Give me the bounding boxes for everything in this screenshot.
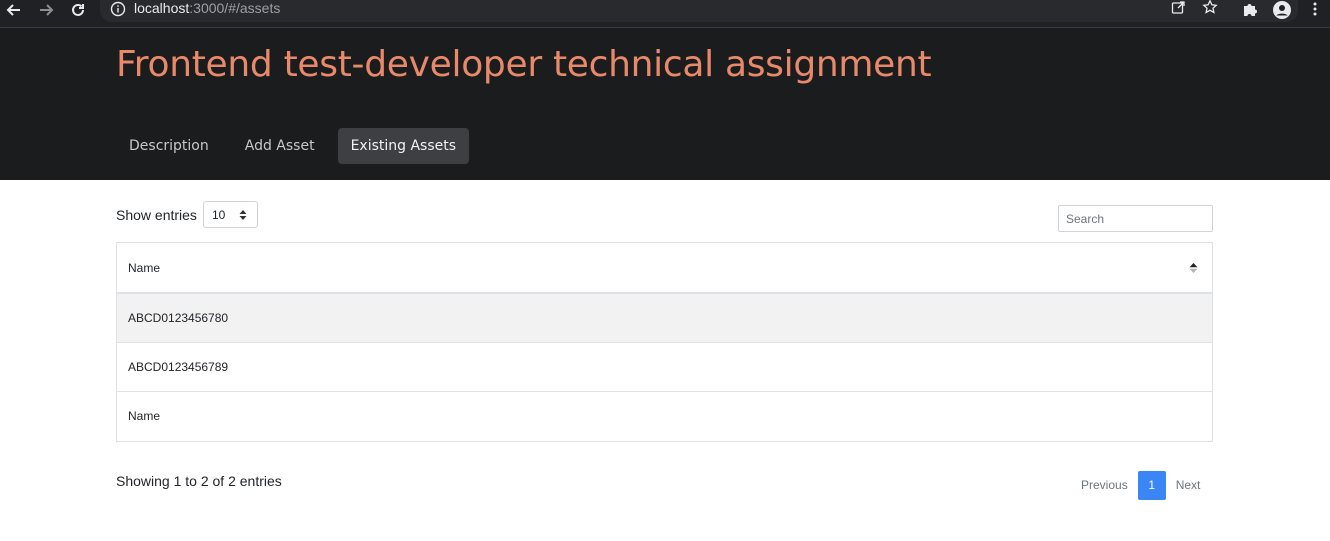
reload-icon[interactable] [68,0,88,20]
page-1-button[interactable]: 1 [1137,471,1166,500]
forward-arrow-icon[interactable] [36,0,56,20]
back-arrow-icon[interactable] [4,0,24,20]
table-row[interactable]: ABCD0123456780 [117,293,1212,343]
show-entries-control: Show entries 10 [116,201,258,228]
select-updown-icon [239,209,247,224]
address-bar[interactable]: localhost:3000/#/assets [100,0,1298,22]
extensions-puzzle-icon[interactable] [1242,1,1258,22]
show-entries-label: Show entries [116,206,197,223]
url-host: localhost [134,0,190,16]
bookmark-star-icon[interactable] [1202,0,1218,20]
site-info-icon[interactable] [110,1,126,22]
profile-avatar-icon[interactable] [1273,1,1291,24]
table-row[interactable]: ABCD0123456789 [117,342,1212,392]
previous-page-button[interactable]: Previous [1071,471,1138,500]
search-input[interactable] [1058,205,1213,232]
share-icon[interactable] [1170,0,1186,20]
column-header-label: Name [128,260,161,275]
table-header-row: Name [117,243,1212,294]
table-footer-row: Name [117,390,1212,441]
pagination: Previous 1 Next [1071,471,1210,500]
assets-table: Name ABCD0123456780 ABCD0123456789 Name [116,242,1213,442]
next-page-button[interactable]: Next [1166,471,1211,500]
app-header: Frontend test-developer technical assign… [0,28,1330,180]
tab-add-asset[interactable]: Add Asset [232,128,328,164]
page-title: Frontend test-developer technical assign… [116,44,932,85]
column-header-name[interactable]: Name [117,243,1212,294]
column-footer-name: Name [117,390,1212,441]
nav-tabs: Description Add Asset Existing Assets [116,128,479,164]
menu-kebab-icon[interactable] [1308,1,1322,22]
sort-icon[interactable] [1189,262,1198,277]
page-size-value: 10 [211,208,226,222]
table-cell-name: ABCD0123456789 [117,342,1212,392]
table-cell-name: ABCD0123456780 [117,293,1212,343]
entries-info: Showing 1 to 2 of 2 entries [116,473,282,489]
browser-toolbar: localhost:3000/#/assets [0,0,1330,28]
page-size-select[interactable]: 10 [202,201,258,228]
url-path: :3000/#/assets [189,0,281,16]
tab-existing-assets[interactable]: Existing Assets [337,128,470,164]
url-text: localhost:3000/#/assets [134,0,280,16]
tab-description[interactable]: Description [116,128,222,164]
